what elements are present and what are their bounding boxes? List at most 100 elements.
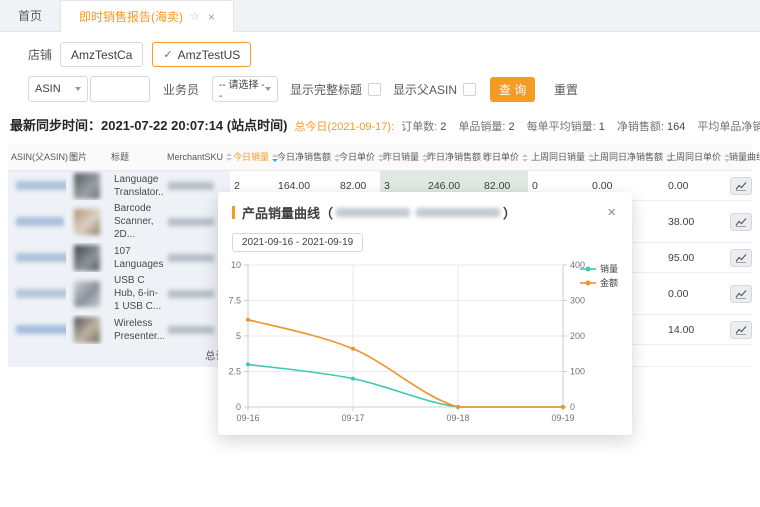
asin-cell	[8, 273, 66, 315]
col-merchant-sku[interactable]: MerchantSKU	[164, 143, 230, 171]
svg-text:0: 0	[570, 402, 575, 412]
lastweek-price-cell: 0.00	[664, 273, 726, 315]
svg-text:金额: 金额	[600, 277, 618, 288]
redacted-sku-value	[416, 208, 500, 217]
sales-curve-chart: 02.557.510010020030040009-1609-1709-1809…	[228, 257, 630, 432]
search-type-value: ASIN	[35, 83, 61, 95]
modal-close-icon[interactable]: ×	[603, 203, 620, 222]
col-sales-curve: 销量曲线	[726, 143, 752, 171]
shop-button-amztestus[interactable]: ✓ AmzTestUS	[152, 42, 251, 67]
col-today-price[interactable]: 今日单价	[336, 143, 380, 171]
sales-curve-cell	[726, 243, 752, 273]
col-yesterday-net[interactable]: 昨日净销售额	[424, 143, 480, 171]
search-button[interactable]: 查 询	[490, 77, 535, 102]
title-cell: Barcode Scanner, 2D...	[108, 201, 164, 243]
stat-item-qty: 单品销量:2	[458, 121, 514, 133]
redacted-sku-label	[336, 208, 410, 217]
sales-curve-modal: 产品销量曲线 （ ） × 2021-09-16 - 2021-09-19 0 2.…	[218, 192, 632, 435]
series-line-0	[248, 364, 563, 407]
today-stats: 总今日(2021-09-17): 订单数:2 单品销量:2 每单平均销量:1 净…	[294, 118, 760, 134]
col-lastweek-net[interactable]: 上周同日净销售额	[588, 143, 664, 171]
svg-text:100: 100	[570, 367, 585, 377]
svg-text:5: 5	[236, 331, 241, 341]
col-lastweek-price[interactable]: 上周同日单价	[664, 143, 726, 171]
redacted-sku	[168, 326, 214, 334]
col-image: 图片	[66, 143, 108, 171]
favorite-star-icon[interactable]: ☆	[190, 10, 200, 23]
sales-curve-cell	[726, 273, 752, 315]
sales-curve-icon[interactable]	[730, 213, 752, 231]
date-range-input[interactable]: 2021-09-16 - 2021-09-19	[232, 233, 363, 252]
asin-cell	[8, 171, 66, 201]
svg-text:2.5: 2.5	[228, 367, 241, 377]
lastweek-price-cell: 95.00	[664, 243, 726, 273]
sales-curve-cell	[726, 171, 752, 201]
shop-button-amztestca[interactable]: AmzTestCa	[60, 42, 143, 67]
col-yesterday-qty[interactable]: 昨日销量	[380, 143, 424, 171]
sales-curve-icon[interactable]	[730, 177, 752, 195]
redacted-asin	[16, 289, 66, 298]
shop-button-label: AmzTestCa	[71, 48, 132, 62]
tab-home[interactable]: 首页	[0, 0, 60, 31]
legend-item[interactable]: 金额	[580, 277, 618, 288]
sales-curve-icon[interactable]	[730, 285, 752, 303]
tab-report[interactable]: 即时销售报告(海卖) ☆ ×	[60, 0, 234, 32]
stat-avg-per-order: 每单平均销量:1	[527, 121, 605, 133]
col-asin[interactable]: ASIN(父ASIN)	[8, 143, 66, 171]
image-cell	[66, 315, 108, 345]
salesman-value: -- 请选择 --	[219, 76, 265, 102]
sales-curve-cell	[726, 201, 752, 243]
title-cell: 107 Languages...	[108, 243, 164, 273]
col-title: 标题	[108, 143, 164, 171]
check-icon: ✓	[163, 48, 172, 61]
sales-curve-icon[interactable]	[730, 249, 752, 267]
reset-button[interactable]: 重置	[548, 80, 584, 99]
full-title-checkbox[interactable]	[368, 83, 381, 96]
redacted-asin	[16, 253, 66, 262]
product-image	[74, 317, 100, 343]
lastweek-price-cell: 14.00	[664, 315, 726, 345]
parent-asin-label: 显示父ASIN	[393, 81, 457, 98]
sales-curve-icon[interactable]	[730, 321, 752, 339]
product-image	[74, 281, 100, 307]
redacted-sku	[168, 218, 214, 226]
svg-text:09-19: 09-19	[551, 413, 574, 423]
shop-button-label: AmzTestUS	[178, 48, 241, 62]
title-cell: USB C Hub, 6-in-1 USB C...	[108, 273, 164, 315]
tab-report-label: 即时销售报告(海卖)	[79, 8, 183, 25]
redacted-asin	[16, 325, 66, 334]
col-lastweek-qty[interactable]: 上周同日销量	[528, 143, 588, 171]
sync-time-value: 2021-07-22 20:07:14 (站点时间)	[101, 115, 287, 134]
stat-orders: 订单数:2	[401, 121, 446, 133]
title-cell: Language Translator...	[108, 171, 164, 201]
app-window: 首页 即时销售报告(海卖) ☆ × 店铺 AmzTestCa ✓ AmzTest…	[0, 0, 760, 507]
close-tab-icon[interactable]: ×	[208, 10, 215, 24]
col-today-qty[interactable]: 今日销量	[230, 143, 274, 171]
lastweek-price-cell: 0.00	[664, 171, 726, 201]
full-title-checkbox-group: 显示完整标题	[290, 81, 381, 98]
parent-asin-checkbox[interactable]	[463, 83, 476, 96]
parent-asin-checkbox-group: 显示父ASIN	[393, 81, 476, 98]
lastweek-price-cell: 38.00	[664, 201, 726, 243]
col-yesterday-price[interactable]: 昨日单价	[480, 143, 528, 171]
svg-text:200: 200	[570, 331, 585, 341]
product-image	[74, 245, 100, 271]
redacted-sku	[168, 254, 214, 262]
search-type-select[interactable]: ASIN	[28, 76, 88, 102]
asin-cell	[8, 315, 66, 345]
tab-home-label: 首页	[18, 7, 42, 24]
today-stats-label: 总今日(2021-09-17):	[294, 121, 394, 133]
modal-header: 产品销量曲线 （ ） ×	[218, 192, 632, 227]
search-filter-row: ASIN 业务员 -- 请选择 -- 显示完整标题 显示父ASIN 查 询 重置	[28, 76, 760, 102]
salesman-select[interactable]: -- 请选择 --	[212, 76, 278, 102]
col-today-net[interactable]: 今日净销售额	[274, 143, 336, 171]
legend-item[interactable]: 销量	[580, 263, 618, 274]
shop-label: 店铺	[28, 46, 52, 63]
asin-cell	[8, 201, 66, 243]
chevron-down-icon	[265, 87, 271, 91]
svg-text:09-17: 09-17	[341, 413, 364, 423]
shop-filter-row: 店铺 AmzTestCa ✓ AmzTestUS	[28, 42, 760, 67]
sort-icon	[522, 154, 528, 162]
search-input[interactable]	[90, 76, 150, 102]
svg-text:09-16: 09-16	[236, 413, 259, 423]
